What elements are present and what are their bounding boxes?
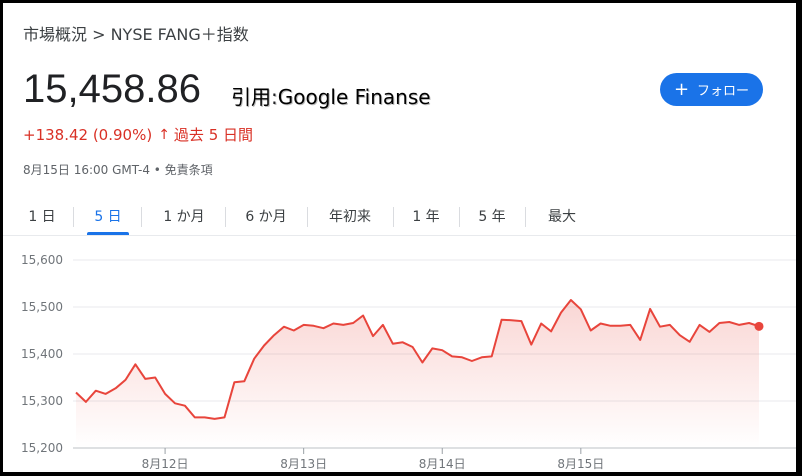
tab-divider [459,207,460,227]
tab-divider [307,207,308,227]
y-tick-label: 15,400 [21,347,63,361]
price-chart[interactable]: 8月12日 8月13日 8月14日 8月15日 15,60015,50015,4001… [3,243,796,472]
arrow-up-icon: ↑ [158,126,170,143]
chart-x-axis: 8月12日 8月13日 8月14日 8月15日 [142,448,604,471]
tab-5-day[interactable]: 5 日 [87,199,129,235]
change-value: +138.42 (0.90%) [23,125,153,144]
tab-divider [141,207,142,227]
y-tick-label: 15,500 [21,300,63,314]
tab-max[interactable]: 最大 [537,199,587,233]
tab-1-year[interactable]: 1 年 [405,199,447,233]
follow-button-label: フォロー [697,84,750,99]
y-tick-label: 15,200 [21,441,63,455]
chart-points [754,321,764,331]
x-tick-label: 8月13日 [280,457,327,471]
chart-y-axis: 15,600 15,500 15,400 15,300 15,200 [21,253,63,455]
x-tick-label: 8月12日 [142,457,189,471]
x-tick-label: 8月15日 [557,457,604,471]
tab-5-year[interactable]: 5 年 [471,199,513,233]
timestamp-disclaimer[interactable]: 8月15日 16:00 GMT-4 • 免責条項 [23,161,213,178]
finance-card: 市場概況 > NYSE FANG＋指数 15,458.86 引用:Google … [3,3,796,472]
breadcrumb[interactable]: 市場概況 > NYSE FANG＋指数 [23,21,249,45]
tab-1-month[interactable]: 1 か月 [153,199,215,233]
tab-ytd[interactable]: 年初来 [319,199,381,233]
source-name: Google Finanse [277,85,431,109]
price-change: +138.42 (0.90%) ↑ 過去 5 日間 [23,124,253,145]
tab-divider [73,207,74,227]
change-period: 過去 5 日間 [173,126,254,144]
tab-divider [393,207,394,227]
last-price-marker [754,321,764,331]
tab-divider [525,207,526,227]
source-label: 引用 [231,85,271,109]
tab-1-day[interactable]: 1 日 [21,199,63,233]
current-price: 15,458.86 [23,67,201,111]
y-tick-label: 15,600 [21,253,63,267]
y-tick-label: 15,300 [21,394,63,408]
tab-divider [225,207,226,227]
source-separator: : [271,85,278,109]
tab-6-month[interactable]: 6 か月 [235,199,297,233]
plus-icon: + [673,78,690,100]
data-source: 引用:Google Finanse [231,81,431,110]
x-tick-label: 8月14日 [419,457,466,471]
tabs-divider-line [3,235,796,236]
time-range-tabs: 1 日 5 日 1 か月 6 か月 年初来 1 年 5 年 最大 [3,199,796,235]
follow-button[interactable]: + フォロー [660,73,763,106]
